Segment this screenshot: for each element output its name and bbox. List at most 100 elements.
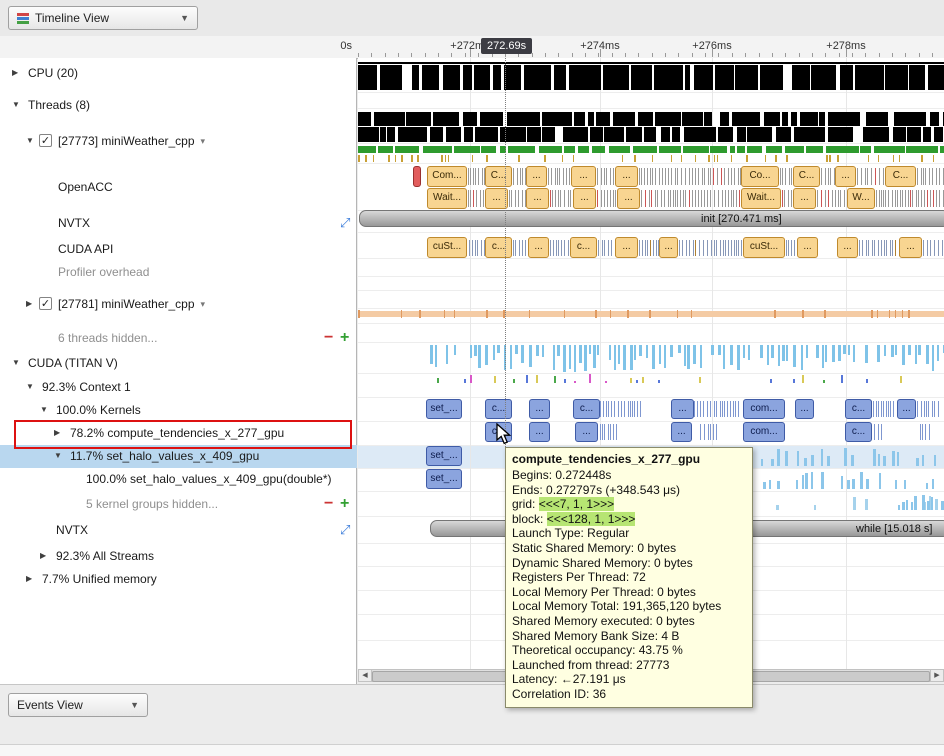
- timeline-ruler[interactable]: 0s 272.69s +272ms+274ms+276ms+278ms: [0, 36, 944, 59]
- hide-rows-button[interactable]: −: [324, 495, 333, 513]
- sidebar-item-cuda-api[interactable]: CUDA API: [0, 238, 357, 261]
- sidebar-item-kernels[interactable]: ▼100.0% Kernels: [0, 399, 357, 422]
- sidebar-item-nvtx-27773[interactable]: NVTX⤢: [0, 212, 357, 235]
- sidebar-item-threads[interactable]: ▼Threads (8): [0, 94, 357, 117]
- cuda-api-row-block[interactable]: ...: [659, 237, 678, 258]
- cuda-api-row-block[interactable]: ...: [899, 237, 922, 258]
- openacc-compute-row-block[interactable]: C...: [793, 166, 820, 187]
- hide-rows-button[interactable]: −: [324, 329, 333, 347]
- openacc-wait-row-block[interactable]: ...: [617, 188, 640, 209]
- cuda-api-row-block[interactable]: ...: [528, 237, 549, 258]
- activity-bar: [441, 155, 443, 162]
- compute-tendencies-row-block[interactable]: ...: [671, 422, 692, 442]
- expand-row-icon[interactable]: ⤢: [340, 522, 350, 538]
- activity-bar: [437, 378, 439, 383]
- sidebar-item-kernel-set-halo[interactable]: ▼11.7% set_halo_values_x_409_gpu: [0, 445, 357, 468]
- tree-expand-arrow-icon[interactable]: ▶: [54, 429, 60, 437]
- compute-tendencies-row-block[interactable]: ...: [529, 422, 550, 442]
- tree-collapse-arrow-icon[interactable]: ▼: [40, 406, 48, 414]
- row-label-wrap: 5 kernel groups hidden...: [86, 497, 218, 511]
- kernels-row-block[interactable]: c...: [573, 399, 600, 419]
- activity-bar: [853, 345, 855, 362]
- tree-expand-arrow-icon[interactable]: ▶: [26, 300, 32, 308]
- openacc-compute-row-block[interactable]: C...: [885, 166, 916, 187]
- sidebar-item-kernel-set-halo-fn[interactable]: 100.0% set_halo_values_x_409_gpu(double*…: [0, 468, 357, 491]
- sidebar-item-kernel-groups-hidden[interactable]: 5 kernel groups hidden... −+: [0, 493, 357, 516]
- openacc-compute-row-block[interactable]: [413, 166, 421, 187]
- sidebar-item-proc-27773[interactable]: ▼✓[27773] miniWeather_cpp▾: [0, 130, 357, 153]
- row-options-caret-icon[interactable]: ▾: [201, 136, 206, 147]
- view-selector-dropdown[interactable]: Timeline View ▼: [8, 6, 198, 30]
- openacc-compute-row-block[interactable]: Co...: [741, 166, 779, 187]
- kernels-row-block[interactable]: ...: [897, 399, 916, 419]
- tree-collapse-arrow-icon[interactable]: ▼: [54, 452, 62, 460]
- cuda-api-row-block[interactable]: ...: [837, 237, 858, 258]
- show-rows-button[interactable]: +: [340, 329, 349, 347]
- sidebar-item-all-streams[interactable]: ▶92.3% All Streams: [0, 545, 357, 568]
- events-view-dropdown[interactable]: Events View ▼: [8, 693, 148, 717]
- sidebar-item-nvtx-cuda[interactable]: NVTX⤢: [0, 519, 357, 542]
- row-options-caret-icon[interactable]: ▾: [201, 299, 206, 310]
- time-cursor-line: [505, 58, 506, 447]
- visibility-checkbox[interactable]: ✓: [39, 297, 52, 310]
- sidebar-item-unified-memory[interactable]: ▶7.7% Unified memory: [0, 568, 357, 591]
- openacc-wait-row-block[interactable]: Wait...: [427, 188, 467, 209]
- set-halo-fn-row-block[interactable]: set_...: [426, 469, 462, 489]
- activity-bar: [765, 155, 767, 162]
- show-rows-button[interactable]: +: [340, 495, 349, 513]
- sidebar-item-openacc-27773[interactable]: OpenACC: [0, 176, 357, 199]
- tree-expand-arrow-icon[interactable]: ▶: [12, 69, 18, 77]
- cuda-api-row-block[interactable]: cuSt...: [427, 237, 467, 258]
- sidebar-item-cuda-device[interactable]: ▼CUDA (TITAN V): [0, 352, 357, 375]
- sidebar-item-kernel-compute-tendencies[interactable]: ▶78.2% compute_tendencies_x_277_gpu: [0, 422, 357, 445]
- set-halo-row-block[interactable]: set_...: [426, 446, 462, 466]
- openacc-compute-row-block[interactable]: ...: [615, 166, 638, 187]
- activity-bar: [886, 401, 887, 417]
- tree-collapse-arrow-icon[interactable]: ▼: [26, 383, 34, 391]
- kernels-row-block[interactable]: c...: [845, 399, 872, 419]
- tooltip-text: Launch Type: Regular: [512, 526, 629, 540]
- scroll-left-arrow-icon[interactable]: ◀: [359, 670, 372, 681]
- openacc-compute-row-block[interactable]: ...: [835, 166, 856, 187]
- cuda-api-row-block[interactable]: c...: [485, 237, 512, 258]
- tree-collapse-arrow-icon[interactable]: ▼: [26, 137, 34, 145]
- sidebar-item-profiler-overhead[interactable]: Profiler overhead: [0, 261, 357, 284]
- cuda-api-row-block[interactable]: c...: [570, 237, 597, 258]
- kernels-row-block[interactable]: ...: [671, 399, 694, 419]
- cuda-api-row-block[interactable]: ...: [615, 237, 638, 258]
- openacc-wait-row-block[interactable]: ...: [793, 188, 816, 209]
- tree-collapse-arrow-icon[interactable]: ▼: [12, 101, 20, 109]
- openacc-compute-row-block[interactable]: C...: [485, 166, 512, 187]
- openacc-wait-row-block[interactable]: Wait...: [741, 188, 781, 209]
- openacc-compute-row-block[interactable]: Com...: [427, 166, 467, 187]
- sidebar-item-context-1[interactable]: ▼92.3% Context 1: [0, 376, 357, 399]
- kernels-row-block[interactable]: com...: [743, 399, 785, 419]
- kernels-row-block[interactable]: ...: [529, 399, 550, 419]
- openacc-compute-row-block[interactable]: ...: [571, 166, 596, 187]
- cuda-api-row-block[interactable]: cuSt...: [743, 237, 785, 258]
- expand-row-icon[interactable]: ⤢: [340, 215, 350, 231]
- openacc-wait-row-block[interactable]: ...: [573, 188, 596, 209]
- openacc-wait-row-block[interactable]: W...: [847, 188, 875, 209]
- kernels-row-block[interactable]: ...: [795, 399, 814, 419]
- tree-collapse-arrow-icon[interactable]: ▼: [12, 359, 20, 367]
- compute-tendencies-row-block[interactable]: com...: [743, 422, 785, 442]
- compute-tendencies-row-block[interactable]: c...: [845, 422, 872, 442]
- nvtx-init-range[interactable]: init [270.471 ms]: [359, 210, 944, 227]
- row-label: CPU (20): [28, 66, 78, 80]
- sidebar-item-proc-27781[interactable]: ▶✓[27781] miniWeather_cpp▾: [0, 293, 357, 316]
- kernels-row-block[interactable]: c...: [485, 399, 512, 419]
- kernels-row-block[interactable]: set_...: [426, 399, 462, 419]
- cuda-api-row-block[interactable]: ...: [797, 237, 818, 258]
- sidebar-item-threads-hidden[interactable]: 6 threads hidden...−+: [0, 327, 357, 350]
- compute-tendencies-row-block[interactable]: ...: [575, 422, 598, 442]
- scroll-right-arrow-icon[interactable]: ▶: [930, 670, 943, 681]
- tree-expand-arrow-icon[interactable]: ▶: [26, 575, 32, 583]
- sidebar-item-cpu[interactable]: ▶ CPU (20): [0, 62, 357, 85]
- tree-expand-arrow-icon[interactable]: ▶: [40, 552, 46, 560]
- activity-bar: [468, 190, 469, 207]
- visibility-checkbox[interactable]: ✓: [39, 134, 52, 147]
- openacc-wait-row-block[interactable]: ...: [526, 188, 549, 209]
- openacc-compute-row-block[interactable]: ...: [526, 166, 547, 187]
- compute-tendencies-row-block[interactable]: c...: [485, 422, 512, 442]
